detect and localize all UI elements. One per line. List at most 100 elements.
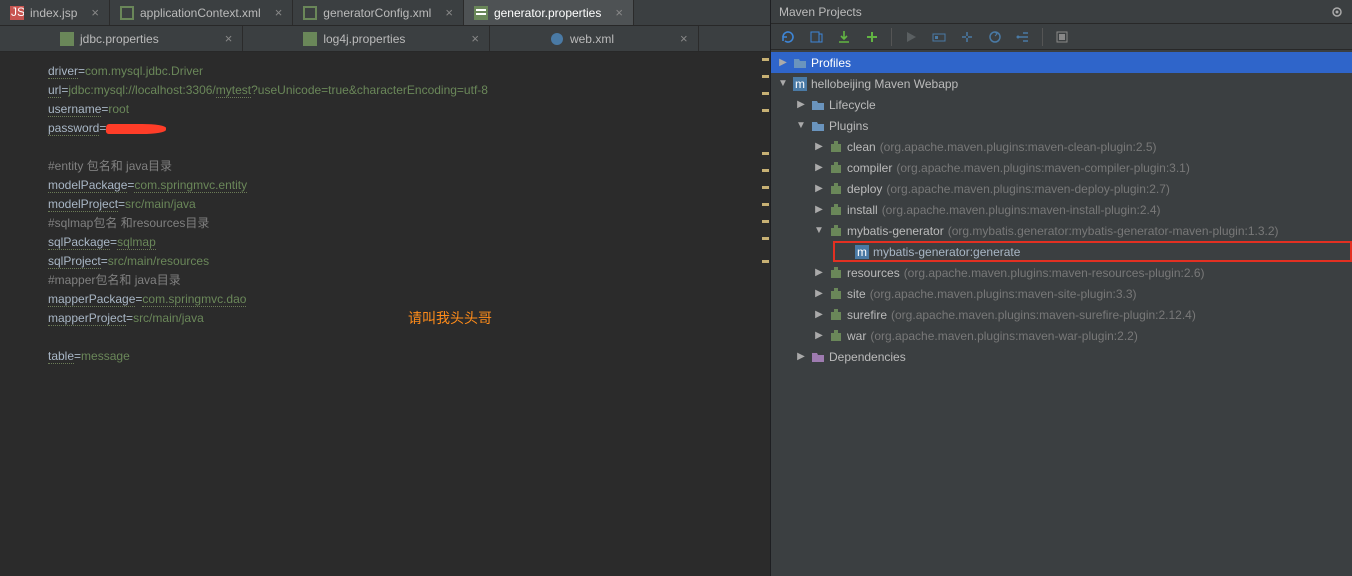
plugin-icon xyxy=(829,224,843,238)
tab-label: generator.properties xyxy=(494,6,601,20)
tab-jdbc-properties[interactable]: jdbc.properties × xyxy=(0,26,243,51)
xml-icon xyxy=(550,32,564,46)
panel-title: Maven Projects xyxy=(779,5,862,19)
plugin-detail: (org.apache.maven.plugins:maven-compiler… xyxy=(896,161,1189,175)
editor-right-gutter xyxy=(762,58,770,277)
reimport-icon[interactable] xyxy=(986,28,1004,46)
plugin-node[interactable]: ▶war (org.apache.maven.plugins:maven-war… xyxy=(771,325,1352,346)
properties-icon xyxy=(60,32,74,46)
plugin-icon xyxy=(829,161,843,175)
run-icon[interactable] xyxy=(902,28,920,46)
arrow-right-icon: ▶ xyxy=(813,267,825,278)
plugin-name: mybatis-generator xyxy=(847,224,944,238)
refresh-icon[interactable] xyxy=(779,28,797,46)
maven-toolbar xyxy=(771,24,1352,50)
toggle-offline-icon[interactable] xyxy=(958,28,976,46)
plugin-detail: (org.apache.maven.plugins:maven-war-plug… xyxy=(870,329,1137,343)
plugin-detail: (org.apache.maven.plugins:maven-deploy-p… xyxy=(886,182,1170,196)
dependencies-node[interactable]: ▶ Dependencies xyxy=(771,346,1352,367)
tab-log4j-properties[interactable]: log4j.properties × xyxy=(243,26,490,51)
arrow-right-icon: ▶ xyxy=(795,351,807,362)
arrow-right-icon: ▶ xyxy=(795,99,807,110)
tab-generator-properties[interactable]: generator.properties × xyxy=(464,0,634,25)
goal-icon: m xyxy=(855,245,869,259)
folder-icon xyxy=(793,57,807,69)
maven-panel: Maven Projects ▶ Profiles ▼ m hellobeiji… xyxy=(770,0,1352,576)
profiles-node[interactable]: ▶ Profiles xyxy=(771,52,1352,73)
gear-icon[interactable] xyxy=(1330,5,1344,19)
plugin-node[interactable]: ▼ mybatis-generator (org.mybatis.generato… xyxy=(771,220,1352,241)
node-label: Profiles xyxy=(811,56,851,70)
plugin-node[interactable]: ▶clean (org.apache.maven.plugins:maven-c… xyxy=(771,136,1352,157)
tab-applicationcontext[interactable]: applicationContext.xml × xyxy=(110,0,293,25)
tab-row-2: jdbc.properties × log4j.properties × web.x… xyxy=(0,26,770,52)
close-icon[interactable]: × xyxy=(225,31,233,46)
plugin-icon xyxy=(829,287,843,301)
arrow-right-icon: ▶ xyxy=(813,204,825,215)
arrow-down-icon: ▼ xyxy=(813,225,825,236)
plugin-node[interactable]: ▶deploy (org.apache.maven.plugins:maven-… xyxy=(771,178,1352,199)
plugin-node[interactable]: ▶site (org.apache.maven.plugins:maven-si… xyxy=(771,283,1352,304)
close-icon[interactable]: × xyxy=(445,5,453,20)
node-label: Lifecycle xyxy=(829,98,876,112)
plugin-detail: (org.apache.maven.plugins:maven-surefire… xyxy=(891,308,1196,322)
tab-row-1: JSPindex.jsp× applicationContext.xml × ge… xyxy=(0,0,770,26)
project-root-node[interactable]: ▼ m hellobeijing Maven Webapp xyxy=(771,73,1352,94)
close-icon[interactable]: × xyxy=(615,5,623,20)
tab-label: web.xml xyxy=(570,32,614,46)
arrow-right-icon: ▶ xyxy=(813,141,825,152)
xml-icon xyxy=(303,6,317,20)
folder-icon xyxy=(811,120,825,132)
plugin-goal-highlighted[interactable]: m mybatis-generator:generate xyxy=(833,241,1352,262)
close-icon[interactable]: × xyxy=(275,5,283,20)
plugin-node[interactable]: ▶ resources (org.apache.maven.plugins:mav… xyxy=(771,262,1352,283)
node-label: hellobeijing Maven Webapp xyxy=(811,77,958,91)
lifecycle-node[interactable]: ▶ Lifecycle xyxy=(771,94,1352,115)
properties-icon xyxy=(303,32,317,46)
folder-icon xyxy=(811,99,825,111)
arrow-right-icon: ▶ xyxy=(813,288,825,299)
svg-text:m: m xyxy=(857,245,867,259)
generate-sources-icon[interactable] xyxy=(807,28,825,46)
show-deps-icon[interactable] xyxy=(1014,28,1032,46)
arrow-down-icon: ▼ xyxy=(795,120,807,131)
folder-icon xyxy=(811,351,825,363)
tab-generatorconfig[interactable]: generatorConfig.xml× xyxy=(293,0,464,25)
tab-label: log4j.properties xyxy=(323,32,405,46)
xml-icon xyxy=(120,6,134,20)
plugin-icon xyxy=(829,308,843,322)
plugin-node[interactable]: ▶surefire (org.apache.maven.plugins:mave… xyxy=(771,304,1352,325)
plugin-detail: (org.mybatis.generator:mybatis-generator… xyxy=(948,224,1279,238)
svg-text:m: m xyxy=(795,77,805,91)
plugin-name: compiler xyxy=(847,161,892,175)
tab-index-jsp[interactable]: JSPindex.jsp× xyxy=(0,0,110,25)
password-redacted xyxy=(106,124,167,134)
plugin-node[interactable]: ▶ compiler (org.apache.maven.plugins:mave… xyxy=(771,157,1352,178)
tab-label: applicationContext.xml xyxy=(140,6,261,20)
panel-title-bar: Maven Projects xyxy=(771,0,1352,24)
plugin-detail: (org.apache.maven.plugins:maven-install-… xyxy=(882,203,1161,217)
editor-pane: JSPindex.jsp× applicationContext.xml × ge… xyxy=(0,0,770,576)
execute-icon[interactable] xyxy=(930,28,948,46)
goal-label: mybatis-generator:generate xyxy=(873,245,1020,259)
arrow-right-icon: ▶ xyxy=(777,57,789,68)
tab-web-xml[interactable]: web.xml × xyxy=(490,26,699,51)
maven-tree[interactable]: ▶ Profiles ▼ m hellobeijing Maven Webapp… xyxy=(771,50,1352,576)
tab-label: jdbc.properties xyxy=(80,32,159,46)
arrow-right-icon: ▶ xyxy=(813,309,825,320)
add-icon[interactable] xyxy=(863,28,881,46)
close-icon[interactable]: × xyxy=(471,31,479,46)
plugin-name: clean xyxy=(847,140,876,154)
plugin-node[interactable]: ▶ install (org.apache.maven.plugins:maven… xyxy=(771,199,1352,220)
plugins-node[interactable]: ▼ Plugins xyxy=(771,115,1352,136)
code-editor[interactable]: driver=com.mysql.jdbc.Driver url=jdbc:my… xyxy=(0,52,770,576)
close-icon[interactable]: × xyxy=(680,31,688,46)
download-icon[interactable] xyxy=(835,28,853,46)
collapse-icon[interactable] xyxy=(1053,28,1071,46)
arrow-right-icon: ▶ xyxy=(813,330,825,341)
close-icon[interactable]: × xyxy=(91,5,99,20)
plugin-name: resources xyxy=(847,266,900,280)
arrow-right-icon: ▶ xyxy=(813,162,825,173)
plugin-name: install xyxy=(847,203,878,217)
plugin-detail: (org.apache.maven.plugins:maven-resource… xyxy=(904,266,1205,280)
